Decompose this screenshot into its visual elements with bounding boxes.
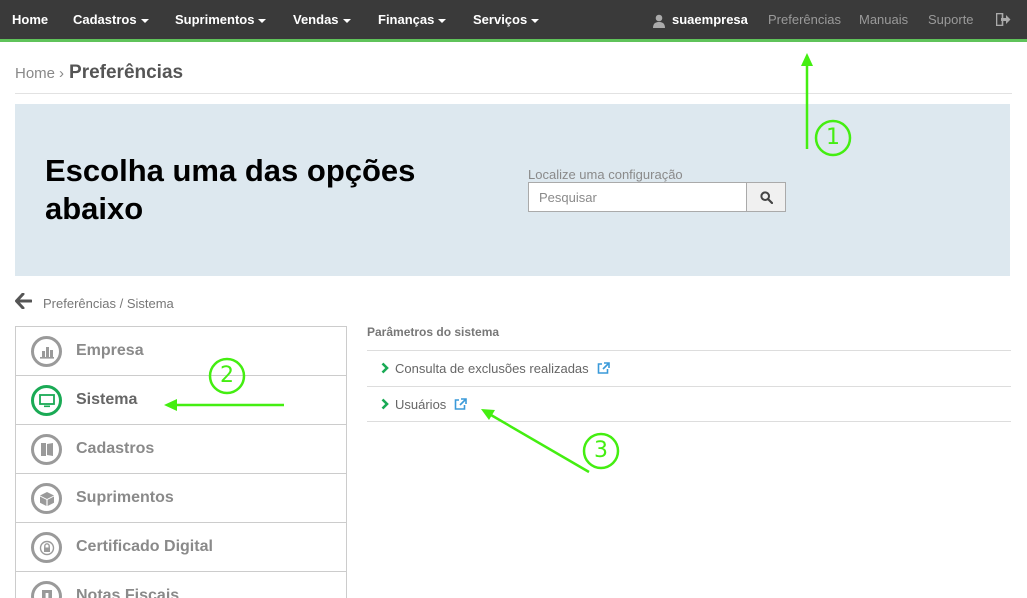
external-link-icon <box>454 398 468 410</box>
search-input[interactable] <box>528 182 747 212</box>
hero-panel: Escolha uma das opções abaixo Localize u… <box>15 104 1010 276</box>
nav-servicos[interactable]: Serviços <box>473 0 540 40</box>
annotation-label-3: 3 <box>594 438 608 463</box>
arrow-left-icon <box>15 292 33 310</box>
menu-item-label: Cadastros <box>76 440 155 457</box>
chevron-right-icon <box>381 398 389 410</box>
params-section-title: Parâmetros do sistema <box>367 325 500 339</box>
nav-suporte[interactable]: Suporte <box>928 0 974 40</box>
hero-title: Escolha uma das opções abaixo <box>45 153 416 226</box>
building-icon <box>31 336 62 367</box>
menu-item-label: Sistema <box>76 391 138 408</box>
breadcrumb-separator: › <box>59 65 65 82</box>
annotation-label-1: 1 <box>826 125 840 150</box>
menu-item-certificado-digital[interactable]: Certificado Digital <box>16 523 346 572</box>
nav-preferencias[interactable]: Preferências <box>768 0 841 40</box>
nav-manuais[interactable]: Manuais <box>859 0 908 40</box>
book-icon <box>31 434 62 465</box>
search-button[interactable] <box>746 182 786 212</box>
user-menu[interactable]: suaempresa <box>652 0 748 40</box>
annotation-label-2: 2 <box>220 363 234 388</box>
caret-down-icon <box>258 18 267 23</box>
menu-item-sistema[interactable]: Sistema <box>16 376 346 425</box>
divider <box>15 93 1012 94</box>
menu-item-notas-fiscais[interactable]: Notas Fiscais <box>16 572 346 598</box>
logout-button[interactable] <box>995 12 1011 27</box>
breadcrumb: Home › Preferências <box>15 62 183 84</box>
sub-breadcrumb: Preferências / Sistema <box>43 296 174 311</box>
param-row: Usuários <box>367 386 1011 422</box>
search-icon <box>759 190 773 204</box>
preferences-menu: Empresa Sistema Cadastros Suprimentos Ce… <box>15 326 347 598</box>
lock-icon <box>31 532 62 563</box>
caret-down-icon <box>531 18 540 23</box>
chevron-right-icon <box>381 362 389 374</box>
nav-home[interactable]: Home <box>12 0 48 40</box>
menu-item-label: Empresa <box>76 342 144 359</box>
invoice-icon <box>31 581 62 598</box>
page-title: Preferências <box>69 62 184 83</box>
caret-down-icon <box>438 18 447 23</box>
caret-down-icon <box>140 18 149 23</box>
monitor-icon <box>31 385 62 416</box>
menu-item-empresa[interactable]: Empresa <box>16 327 346 376</box>
external-link-icon <box>597 362 610 374</box>
param-link-consulta-exclusoes[interactable]: Consulta de exclusões realizadas <box>395 351 610 386</box>
menu-item-suprimentos[interactable]: Suprimentos <box>16 474 346 523</box>
nav-financas[interactable]: Finanças <box>378 0 447 40</box>
param-row: Consulta de exclusões realizadas <box>367 350 1011 386</box>
nav-suprimentos[interactable]: Suprimentos <box>175 0 267 40</box>
breadcrumb-home[interactable]: Home <box>15 65 55 82</box>
menu-item-label: Notas Fiscais <box>76 587 180 598</box>
nav-cadastros[interactable]: Cadastros <box>73 0 149 40</box>
menu-item-label: Suprimentos <box>76 489 174 506</box>
back-button[interactable] <box>15 292 33 314</box>
top-navbar: Home Cadastros Suprimentos Vendas Finanç… <box>0 0 1027 42</box>
caret-down-icon <box>342 18 351 23</box>
user-icon <box>653 14 665 28</box>
nav-vendas[interactable]: Vendas <box>293 0 351 40</box>
menu-item-label: Certificado Digital <box>76 538 213 555</box>
param-link-usuarios[interactable]: Usuários <box>395 387 468 422</box>
box-icon <box>31 483 62 514</box>
logout-icon <box>995 12 1011 27</box>
menu-item-cadastros[interactable]: Cadastros <box>16 425 346 474</box>
search-label: Localize uma configuração <box>528 167 683 182</box>
